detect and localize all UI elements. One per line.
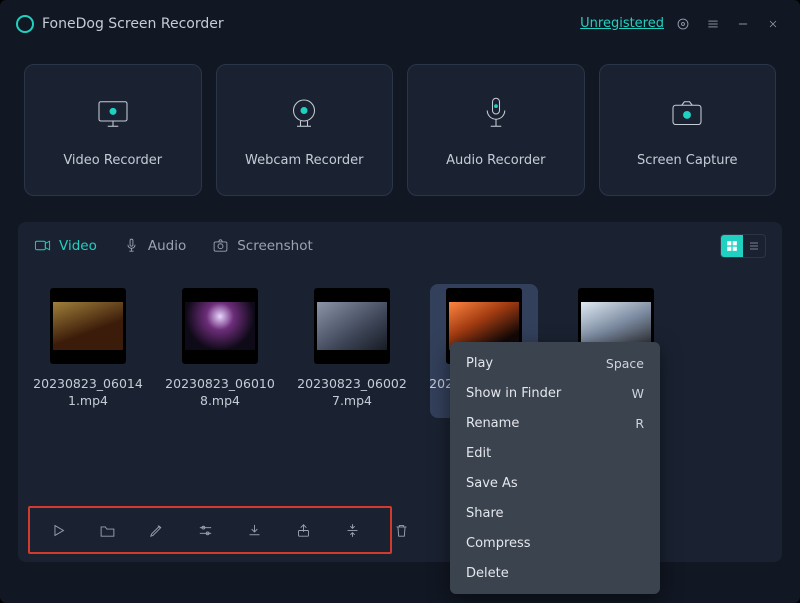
context-menu: PlaySpace Show in FinderW RenameR Edit S… [450,342,660,594]
minimize-button[interactable] [732,13,754,35]
filename: 20230823_060108.mp4 [165,376,275,410]
settings-gear-icon[interactable] [672,13,694,35]
title-bar: FoneDog Screen Recorder Unregistered [0,0,800,48]
thumbnail [182,288,258,364]
compress-button[interactable] [344,521,361,539]
video-recorder-card[interactable]: Video Recorder [24,64,202,196]
app-title: FoneDog Screen Recorder [42,16,224,32]
monitor-icon [92,93,134,135]
filename: 20230823_060141.mp4 [33,376,143,410]
camera-icon [666,93,708,135]
save-button[interactable] [246,521,263,539]
tab-screenshot[interactable]: Screenshot [212,237,313,254]
microphone-icon [475,93,517,135]
tab-label: Audio [148,238,186,254]
menu-item-show-in-finder[interactable]: Show in FinderW [450,378,660,408]
card-label: Video Recorder [63,153,162,168]
media-tabs: Video Audio Screenshot [18,222,782,270]
menu-item-play[interactable]: PlaySpace [450,348,660,378]
thumbnail [50,288,126,364]
menu-item-rename[interactable]: RenameR [450,408,660,438]
play-button[interactable] [50,521,67,539]
tab-video[interactable]: Video [34,237,97,254]
media-library-panel: Video Audio Screenshot 2 [18,222,782,562]
share-button[interactable] [295,521,312,539]
filename: 20230823_060027.mp4 [297,376,407,410]
recorder-card-row: Video Recorder Webcam Recorder Audio Rec… [0,48,800,214]
audio-recorder-card[interactable]: Audio Recorder [407,64,585,196]
tab-label: Screenshot [237,238,313,254]
card-label: Webcam Recorder [245,153,364,168]
app-logo-icon [16,15,34,33]
menu-item-compress[interactable]: Compress [450,528,660,558]
menu-item-share[interactable]: Share [450,498,660,528]
edit-button[interactable] [148,521,165,539]
webcam-icon [283,93,325,135]
settings-button[interactable] [197,521,214,539]
tab-label: Video [59,238,97,254]
media-item[interactable]: 20230823_060108.mp4 [166,284,274,418]
menu-item-edit[interactable]: Edit [450,438,660,468]
thumbnail [314,288,390,364]
menu-icon[interactable] [702,13,724,35]
unregistered-link[interactable]: Unregistered [580,16,664,31]
webcam-recorder-card[interactable]: Webcam Recorder [216,64,394,196]
open-folder-button[interactable] [99,521,116,539]
list-view-button[interactable] [743,235,765,257]
card-label: Screen Capture [637,153,738,168]
media-grid: 20230823_060141.mp4 20230823_060108.mp4 … [18,270,782,418]
app-window: FoneDog Screen Recorder Unregistered Vid… [0,0,800,603]
delete-button[interactable] [393,521,410,539]
screen-capture-card[interactable]: Screen Capture [599,64,777,196]
media-item[interactable]: 20230823_060027.mp4 [298,284,406,418]
close-button[interactable] [762,13,784,35]
tab-audio[interactable]: Audio [123,237,186,254]
menu-item-save-as[interactable]: Save As [450,468,660,498]
grid-view-button[interactable] [721,235,743,257]
media-item[interactable]: 20230823_060141.mp4 [34,284,142,418]
card-label: Audio Recorder [446,153,545,168]
menu-item-delete[interactable]: Delete [450,558,660,588]
view-switch [720,234,766,258]
media-toolbar [28,506,392,554]
